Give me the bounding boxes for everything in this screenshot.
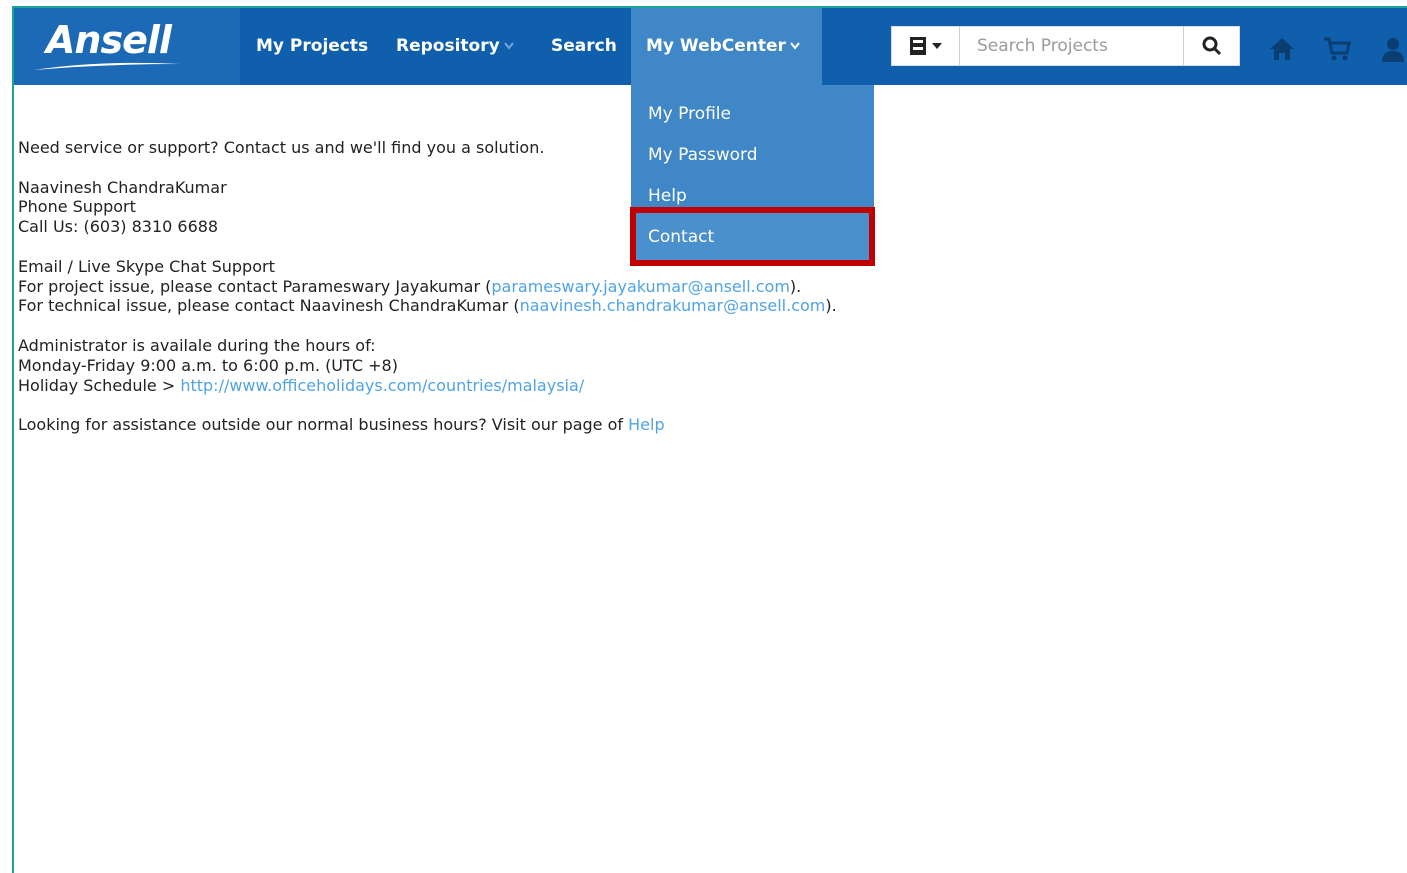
- technical-issue-line: For technical issue, please contact Naav…: [18, 296, 837, 316]
- outside-hours-line: Looking for assistance outside our norma…: [18, 415, 837, 435]
- nav-search[interactable]: Search: [551, 8, 617, 85]
- business-hours-text: Monday-Friday 9:00 a.m. to 6:00 p.m. (UT…: [18, 355, 398, 375]
- search-button[interactable]: [1183, 27, 1239, 65]
- project-issue-line: For project issue, please contact Parame…: [18, 277, 837, 297]
- top-navbar: Ansell My Projects Repository Search My …: [14, 8, 1407, 85]
- holiday-schedule-link[interactable]: http://www.officeholidays.com/countries/…: [180, 376, 584, 395]
- chevron-down-icon: [503, 42, 514, 50]
- home-icon[interactable]: [1268, 36, 1296, 62]
- help-page-link[interactable]: Help: [628, 415, 664, 434]
- logo-area[interactable]: Ansell: [14, 8, 240, 85]
- nav-repository[interactable]: Repository: [396, 8, 514, 85]
- intro-text: Need service or support? Contact us and …: [18, 138, 545, 157]
- logo-swoosh-icon: [34, 62, 180, 70]
- user-icon[interactable]: [1380, 36, 1406, 62]
- technical-issue-text: For technical issue, please contact Naav…: [18, 296, 520, 316]
- contact-content: Need service or support? Contact us and …: [18, 138, 837, 435]
- project-search-group: [891, 26, 1240, 66]
- nav-my-webcenter[interactable]: My WebCenter: [646, 8, 800, 85]
- phone-support-label: Phone Support: [18, 197, 136, 217]
- project-issue-suffix: ).: [789, 276, 802, 296]
- nav-my-webcenter-label: My WebCenter: [646, 36, 786, 56]
- support-name: Naavinesh ChandraKumar: [18, 177, 227, 197]
- chevron-down-icon: [790, 42, 800, 50]
- project-issue-text: For project issue, please contact Parame…: [18, 276, 492, 296]
- file-cabinet-icon: [910, 37, 942, 55]
- brand-logo: Ansell: [46, 18, 172, 62]
- project-email-link[interactable]: parameswary.jayakumar@ansell.com: [491, 277, 790, 296]
- menu-item-my-profile[interactable]: My Profile: [648, 104, 731, 124]
- search-input[interactable]: [961, 27, 1183, 65]
- nav-repository-label: Repository: [396, 36, 500, 56]
- technical-issue-suffix: ).: [825, 296, 837, 316]
- nav-my-projects[interactable]: My Projects: [256, 8, 368, 85]
- holiday-schedule-text: Holiday Schedule >: [18, 375, 181, 395]
- cart-icon[interactable]: [1322, 36, 1352, 62]
- holiday-schedule-line: Holiday Schedule > http://www.officeholi…: [18, 376, 837, 396]
- technical-email-link[interactable]: naavinesh.chandrakumar@ansell.com: [520, 296, 826, 315]
- email-support-heading: Email / Live Skype Chat Support: [18, 256, 275, 276]
- call-us-text: Call Us: (603) 8310 6688: [18, 217, 219, 237]
- filter-dropdown[interactable]: [892, 27, 960, 65]
- search-icon: [1202, 36, 1222, 56]
- outside-hours-text: Looking for assistance outside our norma…: [18, 415, 629, 435]
- admin-hours-text: Administrator is availale during the hou…: [18, 335, 376, 355]
